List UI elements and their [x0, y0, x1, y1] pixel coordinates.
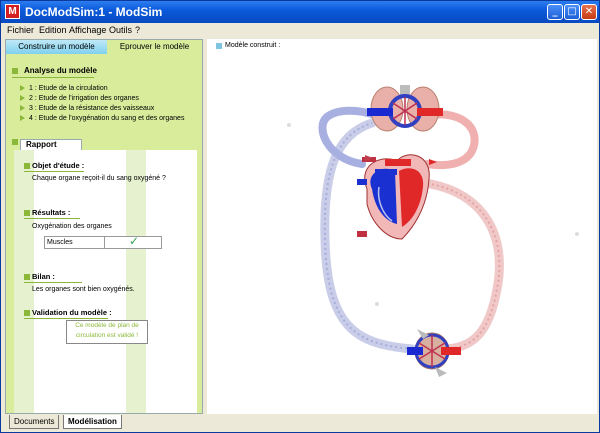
- menu-bar: Fichier Edition Affichage Outils ?: [2, 23, 598, 38]
- app-window: M DocModSim:1 - ModSim _ □ ✕ Fichier Edi…: [0, 0, 600, 433]
- validation-heading: Validation du modèle :: [32, 308, 112, 317]
- bullet-square-icon: [24, 310, 30, 316]
- triangle-right-icon: [20, 95, 25, 102]
- objet-heading: Objet d'étude :: [32, 161, 85, 170]
- close-button[interactable]: ✕: [581, 4, 597, 20]
- analyse-item-4[interactable]: 4 : Etude de l'oxygénation du sang et de…: [20, 115, 184, 122]
- resultats-subtitle: Oxygénation des organes: [32, 223, 112, 230]
- analyse-heading: Analyse du modèle: [24, 66, 97, 75]
- bullet-square-icon: [24, 274, 30, 280]
- triangle-right-icon: [20, 115, 25, 122]
- heading-underline: [12, 77, 94, 78]
- tab-build-model[interactable]: Construire un modèle: [6, 40, 107, 54]
- menu-fichier[interactable]: Fichier: [7, 25, 34, 35]
- circulation-diagram: [287, 85, 579, 377]
- triangle-right-icon: [20, 105, 25, 112]
- bullet-square-icon: [12, 139, 18, 145]
- bullet-square-icon: [24, 210, 30, 216]
- menu-outils[interactable]: Outils: [109, 25, 132, 35]
- bilan-heading: Bilan :: [32, 272, 55, 281]
- tab-modelisation[interactable]: Modélisation: [63, 415, 122, 429]
- window-title: DocModSim:1 - ModSim: [25, 5, 163, 19]
- heading-underline: [24, 282, 82, 283]
- mode-tabs: Construire un modèle Eprouver le modèle: [6, 40, 202, 54]
- muscle-organ: [407, 329, 461, 377]
- app-icon: M: [5, 4, 20, 19]
- heading-underline: [24, 218, 80, 219]
- analyse-item-2[interactable]: 2 : Etude de l'irrigation des organes: [20, 95, 139, 102]
- bilan-text: Les organes sont bien oxygénés.: [32, 286, 135, 293]
- menu-edition[interactable]: Edition: [39, 25, 67, 35]
- validation-message: Ce modèle de plan de circulation est val…: [66, 320, 148, 344]
- analyse-item-3[interactable]: 3 : Etude de la résistance des vaisseaux: [20, 105, 154, 112]
- model-canvas: Modèle construit :: [207, 39, 597, 414]
- tab-test-model[interactable]: Eprouver le modèle: [107, 40, 202, 54]
- tab-documents[interactable]: Documents: [9, 415, 60, 429]
- analyse-item-1[interactable]: 1 : Etude de la circulation: [20, 85, 108, 92]
- rapport-heading: Rapport: [26, 140, 57, 149]
- heart-organ: [357, 154, 437, 240]
- table-row-label: Muscles: [45, 237, 105, 248]
- bottom-tabs: Documents Modélisation: [5, 415, 599, 429]
- heading-underline: [24, 318, 108, 319]
- heading-underline: [24, 171, 84, 172]
- title-bar: M DocModSim:1 - ModSim _ □ ✕: [1, 1, 599, 23]
- analyse-section: Analyse du modèle 1 : Etude de la circul…: [6, 54, 202, 135]
- resultats-heading: Résultats :: [32, 208, 71, 217]
- menu-affichage[interactable]: Affichage: [69, 25, 106, 35]
- menu-help[interactable]: ?: [135, 25, 140, 35]
- check-icon: ✓: [129, 234, 140, 248]
- bullet-square-icon: [12, 68, 18, 74]
- triangle-right-icon: [20, 85, 25, 92]
- results-table: Muscles ✓: [44, 234, 162, 249]
- objet-text: Chaque organe reçoit-il du sang oxygéné …: [32, 175, 166, 182]
- bullet-square-icon: [24, 163, 30, 169]
- left-panel: Construire un modèle Eprouver le modèle …: [5, 39, 203, 414]
- minimize-button[interactable]: _: [547, 4, 563, 20]
- maximize-button[interactable]: □: [564, 4, 580, 20]
- lungs-organ: [367, 85, 443, 132]
- rapport-stripe: [126, 150, 146, 413]
